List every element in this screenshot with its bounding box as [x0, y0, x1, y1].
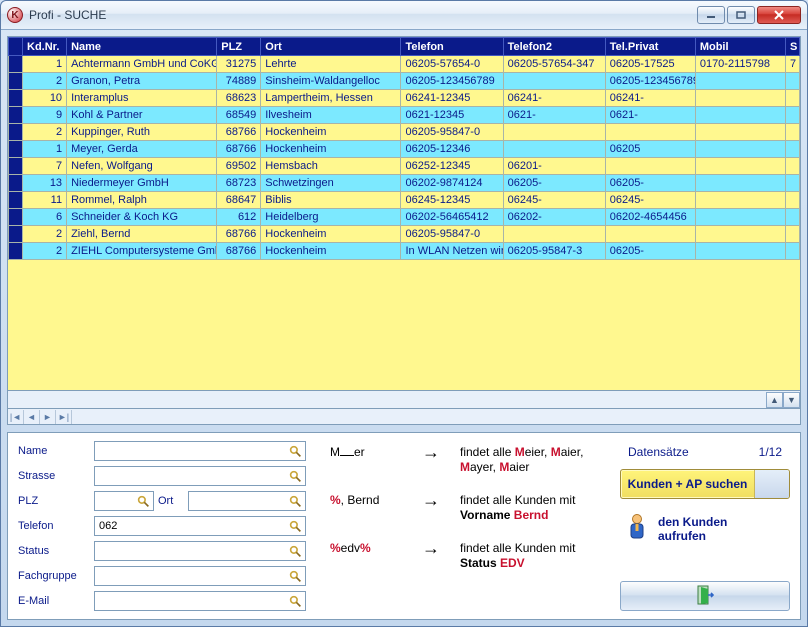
minimize-button[interactable]: [697, 6, 725, 24]
person-icon: [626, 513, 648, 544]
table-row[interactable]: 2ZIEHL Computersysteme GmbH68766Hockenhe…: [9, 243, 800, 260]
scroll-up-icon[interactable]: ▲: [766, 392, 783, 408]
grid-scrollbar-v[interactable]: ▲ ▼: [8, 390, 800, 408]
label-telefon: Telefon: [18, 520, 90, 532]
label-plz: PLZ: [18, 495, 90, 507]
search-customer-button[interactable]: Kunden + AP suchen: [620, 469, 790, 499]
search-form: Name Strasse PLZ: [18, 441, 306, 611]
strasse-field[interactable]: [94, 466, 306, 486]
fachgruppe-field[interactable]: [94, 566, 306, 586]
table-row[interactable]: 2Granon, Petra74889Sinsheim-Waldangelloc…: [9, 73, 800, 90]
help-pattern-2: %, Bernd: [330, 493, 404, 507]
col-header[interactable]: Ort: [261, 38, 401, 56]
arrow-right-icon: →: [422, 541, 442, 555]
app-window: Profi - SUCHE Kd.Nr.NamePLZOrtTelefonTel…: [0, 0, 808, 627]
table-row[interactable]: 10Interamplus68623Lampertheim, Hessen062…: [9, 90, 800, 107]
fachgruppe-input[interactable]: [95, 570, 305, 582]
open-customer-button[interactable]: den Kunden aufrufen: [620, 509, 790, 548]
titlebar[interactable]: Profi - SUCHE: [1, 1, 807, 30]
help-examples: Mer → findet alle Meier, Maier, Mayer, M…: [320, 441, 606, 611]
grid-navigator[interactable]: |◄ ◄ ► ►|: [7, 409, 801, 425]
status-input[interactable]: [95, 545, 305, 557]
customer-grid[interactable]: Kd.Nr.NamePLZOrtTelefonTelefon2Tel.Priva…: [7, 36, 801, 409]
help-result-3: findet alle Kunden mit Status EDV: [460, 541, 596, 571]
col-header[interactable]: S: [785, 38, 799, 56]
col-header[interactable]: Tel.Privat: [605, 38, 695, 56]
door-exit-icon: [696, 585, 714, 608]
window-title: Profi - SUCHE: [29, 8, 106, 22]
email-input[interactable]: [95, 595, 305, 607]
search-icon[interactable]: [287, 443, 303, 459]
label-strasse: Strasse: [18, 470, 90, 482]
col-header[interactable]: Mobil: [695, 38, 785, 56]
table-row[interactable]: 6Schneider & Koch KG612Heidelberg06202-5…: [9, 209, 800, 226]
table-row[interactable]: 11Rommel, Ralph68647Biblis06245-12345062…: [9, 192, 800, 209]
col-header[interactable]: Kd.Nr.: [23, 38, 67, 56]
arrow-right-icon: →: [422, 493, 442, 507]
nav-prev-icon[interactable]: ◄: [24, 410, 40, 424]
telefon-input[interactable]: [95, 520, 305, 532]
open-customer-l1: den Kunden: [658, 515, 727, 529]
label-status: Status: [18, 545, 90, 557]
col-header[interactable]: PLZ: [217, 38, 261, 56]
label-name: Name: [18, 445, 90, 457]
arrow-right-icon: →: [422, 445, 442, 459]
record-count-value: 1/12: [759, 445, 782, 459]
table-row[interactable]: 2Ziehl, Bernd68766Hockenheim06205-95847-…: [9, 226, 800, 243]
nav-first-icon[interactable]: |◄: [8, 410, 24, 424]
strasse-input[interactable]: [95, 470, 305, 482]
search-icon[interactable]: [287, 543, 303, 559]
col-header[interactable]: Telefon: [401, 38, 503, 56]
search-icon[interactable]: [287, 568, 303, 584]
table-row[interactable]: 9Kohl & Partner68549Ilvesheim0621-123450…: [9, 107, 800, 124]
app-icon: [7, 7, 23, 23]
action-column: Datensätze 1/12 Kunden + AP suchen: [620, 441, 790, 611]
table-row[interactable]: 13Niedermeyer GmbH68723Schwetzingen06202…: [9, 175, 800, 192]
status-field[interactable]: [94, 541, 306, 561]
label-fachgruppe: Fachgruppe: [18, 570, 90, 582]
label-ort: Ort: [158, 495, 184, 507]
search-icon[interactable]: [287, 468, 303, 484]
help-result-1: findet alle Meier, Maier, Mayer, Maier: [460, 445, 596, 475]
search-panel: Name Strasse PLZ: [7, 432, 801, 620]
help-pattern-1: Mer: [330, 445, 404, 459]
close-button[interactable]: [757, 6, 801, 24]
maximize-button[interactable]: [727, 6, 755, 24]
search-customer-label: Kunden + AP suchen: [621, 470, 755, 498]
scroll-down-icon[interactable]: ▼: [783, 392, 800, 408]
search-customer-dropdown[interactable]: [755, 470, 789, 498]
telefon-field[interactable]: [94, 516, 306, 536]
table-row[interactable]: 1Meyer, Gerda68766Hockenheim06205-123460…: [9, 141, 800, 158]
help-pattern-3: %edv%: [330, 541, 404, 555]
open-customer-l2: aufrufen: [658, 529, 706, 543]
record-count-label: Datensätze: [628, 445, 689, 459]
email-field[interactable]: [94, 591, 306, 611]
plz-field[interactable]: [94, 491, 154, 511]
table-row[interactable]: 7Nefen, Wolfgang69502Hemsbach06252-12345…: [9, 158, 800, 175]
search-icon[interactable]: [287, 493, 303, 509]
col-header[interactable]: Telefon2: [503, 38, 605, 56]
search-icon[interactable]: [135, 493, 151, 509]
col-header[interactable]: Name: [67, 38, 217, 56]
nav-next-icon[interactable]: ►: [40, 410, 56, 424]
table-row[interactable]: 1Achtermann GmbH und CoKG31275Lehrte0620…: [9, 56, 800, 73]
exit-button[interactable]: [620, 581, 790, 611]
search-icon[interactable]: [287, 593, 303, 609]
search-icon[interactable]: [287, 518, 303, 534]
label-email: E-Mail: [18, 595, 90, 607]
table-row[interactable]: 2Kuppinger, Ruth68766Hockenheim06205-958…: [9, 124, 800, 141]
nav-last-icon[interactable]: ►|: [56, 410, 72, 424]
name-field[interactable]: [94, 441, 306, 461]
name-input[interactable]: [95, 445, 305, 457]
ort-field[interactable]: [188, 491, 306, 511]
help-result-2: findet alle Kunden mit Vorname Bernd: [460, 493, 596, 523]
